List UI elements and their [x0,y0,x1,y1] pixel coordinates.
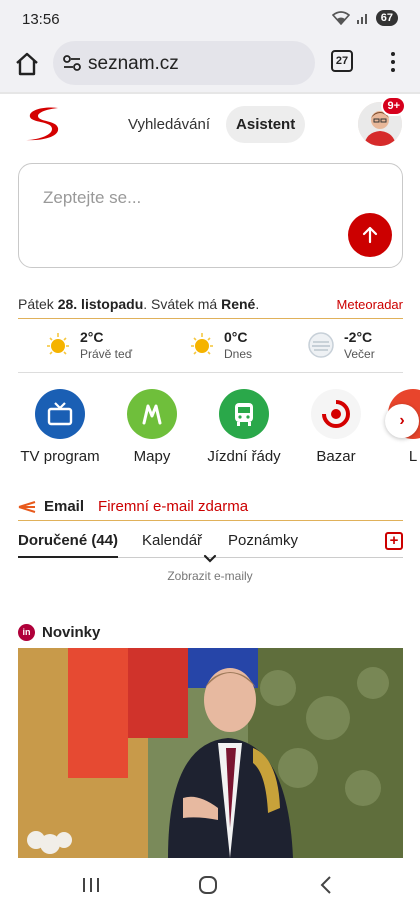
signal-icon [356,14,367,24]
notification-badge: 9+ [381,96,406,116]
seznam-logo[interactable] [22,104,62,144]
tab-kalendar[interactable]: Kalendář [142,532,202,549]
active-tab-indicator [18,556,118,558]
home-icon[interactable] [14,51,40,77]
home-nav-icon[interactable] [197,874,219,896]
divider [18,372,403,373]
tab-dorucene[interactable]: Doručené (44) [18,532,118,549]
news-title[interactable]: Novinky [42,624,100,641]
search-mode-toggle: Vyhledávání Asistent [118,106,306,143]
weather-evening[interactable]: -2°C Večer [306,329,375,361]
weather-temp: 2°C [80,329,104,345]
service-label: Jízdní řády [207,448,281,465]
holiday-prefix: . Svátek má [143,296,218,312]
service-label: L [408,448,418,465]
status-time: 13:56 [22,11,60,28]
system-nav-bar [0,858,420,911]
map-icon [127,389,177,439]
email-promo-link[interactable]: Firemní e-mail zdarma [98,498,248,515]
service-label: TV program [20,448,100,465]
browser-divider [0,92,420,94]
weather-now[interactable]: 2°C Právě teď [44,329,132,361]
user-avatar-button[interactable]: 9+ [358,96,406,146]
email-logo-icon [18,500,36,513]
tab-switcher-button[interactable]: 27 [331,50,353,72]
bazar-icon [311,389,361,439]
site-settings-icon[interactable] [63,54,81,72]
show-emails-link[interactable]: Zobrazit e-maily [0,569,420,583]
tab-poznamky[interactable]: Poznámky [228,532,298,549]
service-jizdni-rady[interactable]: Jízdní řády [199,389,289,465]
name-day: René [221,296,256,312]
service-label: Mapy [133,448,171,465]
weather-today[interactable]: 0°C Dnes [188,329,252,361]
weather-temp: 0°C [224,329,248,345]
weather-label: Právě teď [80,347,133,361]
email-header: Email Firemní e-mail zdarma [18,498,248,515]
recent-apps-icon[interactable] [80,874,102,896]
chevron-right-icon[interactable]: › [385,404,419,438]
browser-toolbar: seznam.cz 27 [0,38,420,92]
weather-temp: -2°C [344,329,373,345]
moon-haze-icon [308,332,334,358]
url-text: seznam.cz [88,53,179,74]
chevron-down-icon[interactable] [200,551,220,565]
wifi-icon [331,11,350,25]
bus-icon [219,389,269,439]
date-value: 28. listopadu [57,296,144,312]
date-suffix: . [255,296,260,312]
sun-icon [191,333,213,355]
novinky-logo: in [18,624,35,641]
news-header: in Novinky [18,624,100,641]
send-button[interactable] [348,213,392,257]
status-bar: 13:56 67 [0,0,420,38]
email-title: Email [44,498,85,515]
arrow-up-icon [362,226,378,244]
service-mapy[interactable]: Mapy [107,389,197,465]
compose-icon[interactable]: + [385,532,403,550]
assistant-input[interactable]: Zeptejte se... [18,163,403,268]
day-name: Pátek [18,296,54,312]
meteoradar-link[interactable]: Meteoradar [337,297,403,312]
battery-badge: 67 [375,10,398,26]
more-menu-icon[interactable] [383,50,403,74]
url-bar[interactable]: seznam.cz [53,41,315,85]
back-icon[interactable] [316,874,338,896]
service-tv-program[interactable]: TV program [15,389,105,465]
service-label: Bazar [316,448,356,465]
divider [18,318,403,319]
sun-icon [47,333,69,355]
tab-asistent[interactable]: Asistent [226,106,306,143]
weather-label: Dnes [224,347,253,361]
date-info: Pátek 28. listopadu. Svátek má René. [18,296,259,312]
divider [18,520,403,521]
service-bazar[interactable]: Bazar [291,389,381,465]
status-icons: 67 [331,10,398,26]
news-photo[interactable] [18,648,403,858]
tab-vyhledavani[interactable]: Vyhledávání [118,106,220,143]
ask-placeholder: Zeptejte se... [43,188,142,207]
weather-label: Večer [344,347,375,361]
tv-icon [35,389,85,439]
